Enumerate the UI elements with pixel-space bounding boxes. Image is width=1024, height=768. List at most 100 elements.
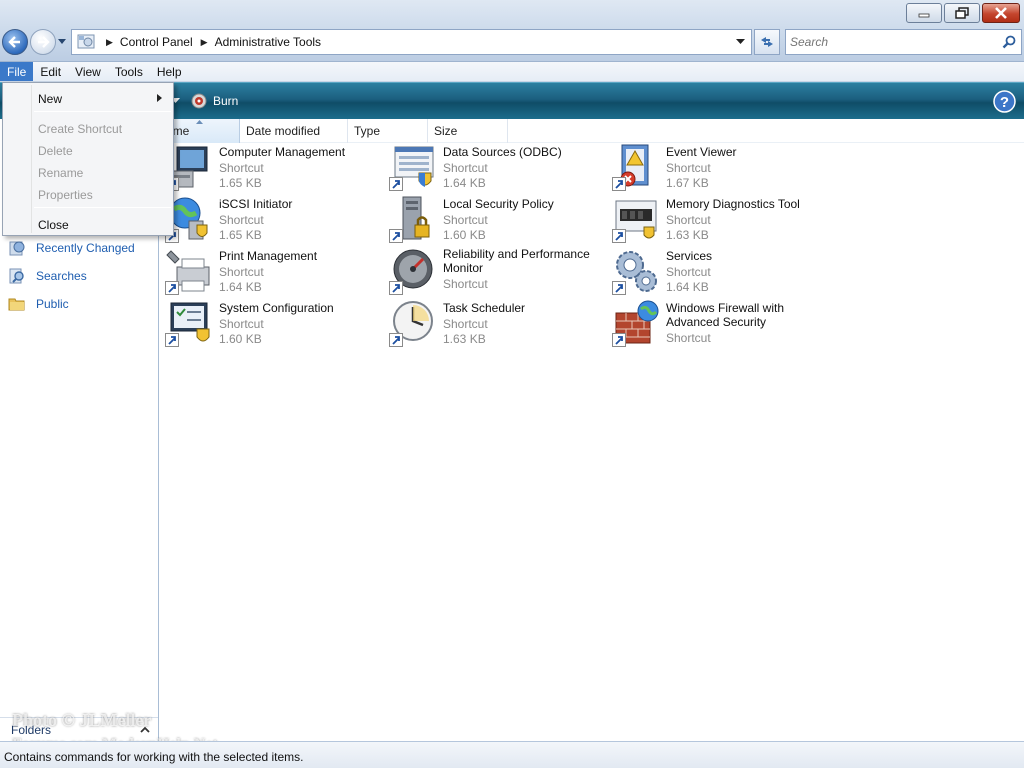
item-size: 1.64 KB [666, 280, 709, 294]
sort-ascending-icon [196, 120, 203, 124]
column-date-modified-header[interactable]: Date modified [240, 119, 348, 143]
breadcrumb-administrative-tools[interactable]: Administrative Tools [215, 35, 322, 49]
address-dropdown-icon[interactable] [736, 39, 745, 45]
file-menu-create-shortcut[interactable]: Create Shortcut [5, 116, 171, 138]
back-button[interactable] [2, 29, 28, 55]
shortcut-arrow-icon [165, 333, 179, 347]
menu-edit[interactable]: Edit [33, 62, 68, 81]
status-text: Contains commands for working with the s… [4, 750, 304, 764]
item-local-security-policy[interactable]: Local Security Policy Shortcut 1.60 KB [384, 195, 599, 245]
item-services[interactable]: Services Shortcut 1.64 KB [607, 247, 822, 297]
nav-recently-changed-label: Recently Changed [36, 241, 135, 255]
item-size: 1.63 KB [666, 228, 709, 242]
item-data-sources[interactable]: Data Sources (ODBC) Shortcut 1.64 KB [384, 143, 599, 193]
refresh-button[interactable] [754, 29, 780, 55]
file-menu-properties[interactable]: Properties [5, 182, 171, 204]
forward-button[interactable] [30, 29, 56, 55]
item-name: Computer Management [219, 145, 346, 159]
file-menu-new-label: New [38, 92, 63, 106]
breadcrumb-control-panel[interactable]: Control Panel [120, 35, 193, 49]
watermark-line1: Photo © JLMeller [12, 710, 152, 730]
shortcut-arrow-icon [612, 281, 626, 295]
item-memory-diagnostics-tool[interactable]: Memory Diagnostics Tool Shortcut 1.63 KB [607, 195, 822, 245]
item-system-configuration[interactable]: System Configuration Shortcut 1.60 KB [160, 299, 375, 349]
item-windows-firewall[interactable]: Windows Firewall with Advanced Security … [607, 299, 822, 349]
svg-text:?: ? [1000, 94, 1009, 111]
search-icon[interactable] [1002, 35, 1016, 49]
column-type-header[interactable]: Type [348, 119, 428, 143]
control-panel-icon [77, 34, 95, 49]
burn-button[interactable]: Burn [191, 93, 238, 109]
menu-separator [34, 207, 171, 208]
item-name: Services [666, 249, 713, 263]
item-size: 1.64 KB [443, 176, 486, 190]
file-menu-delete[interactable]: Delete [5, 138, 171, 160]
item-size: 1.60 KB [219, 332, 262, 346]
shortcut-arrow-icon [389, 281, 403, 295]
searches-icon [9, 268, 24, 284]
column-size-header[interactable]: Size [428, 119, 508, 143]
recent-pages-dropdown-icon[interactable] [57, 37, 67, 47]
file-menu-new[interactable]: New [5, 86, 171, 108]
item-name: Windows Firewall with Advanced Security [666, 301, 785, 329]
item-name: Event Viewer [666, 145, 737, 159]
burn-disc-icon [191, 93, 207, 109]
close-icon [995, 7, 1007, 19]
item-name: System Configuration [219, 301, 334, 315]
refresh-icon [761, 37, 773, 47]
status-bar: Contains commands for working with the s… [0, 741, 1024, 768]
address-bar[interactable]: ▶ Control Panel ▶ Administrative Tools [71, 29, 752, 55]
column-type-label: Type [354, 124, 381, 138]
submenu-arrow-icon [157, 94, 162, 102]
minimize-button[interactable] [906, 3, 942, 23]
item-size: 1.65 KB [219, 176, 262, 190]
file-menu-dropdown: New Create Shortcut Delete Rename Proper… [2, 82, 174, 236]
item-name: Reliability and Performance Monitor [443, 247, 590, 275]
item-type: Shortcut [443, 277, 488, 291]
back-arrow-icon [8, 36, 20, 48]
shortcut-arrow-icon [165, 281, 179, 295]
menu-separator [34, 111, 171, 112]
item-print-management[interactable]: Print Management Shortcut 1.64 KB [160, 247, 375, 297]
nav-public[interactable]: Public [8, 295, 69, 313]
item-task-scheduler[interactable]: Task Scheduler Shortcut 1.63 KB [384, 299, 599, 349]
nav-searches-label: Searches [36, 269, 87, 283]
menu-file[interactable]: File [0, 62, 34, 81]
item-type: Shortcut [219, 161, 264, 175]
recently-changed-icon [9, 241, 25, 256]
item-name: iSCSI Initiator [219, 197, 293, 211]
item-reliability-performance-monitor[interactable]: Reliability and Performance Monitor Shor… [384, 247, 599, 297]
forward-arrow-icon [38, 36, 50, 48]
file-menu-rename[interactable]: Rename [5, 160, 171, 182]
item-type: Shortcut [219, 213, 264, 227]
nav-searches[interactable]: Searches [8, 267, 87, 285]
item-type: Shortcut [666, 331, 711, 345]
item-size: 1.60 KB [443, 228, 486, 242]
shortcut-arrow-icon [612, 229, 626, 243]
restore-button[interactable] [944, 3, 980, 23]
item-event-viewer[interactable]: Event Viewer Shortcut 1.67 KB [607, 143, 822, 193]
item-iscsi-initiator[interactable]: iSCSI Initiator Shortcut 1.65 KB [160, 195, 375, 245]
minimize-icon [918, 13, 930, 18]
item-type: Shortcut [219, 317, 264, 331]
menu-tools[interactable]: Tools [108, 62, 150, 81]
item-name: Task Scheduler [443, 301, 526, 315]
shortcut-arrow-icon [389, 333, 403, 347]
menu-help[interactable]: Help [150, 62, 189, 81]
burn-label: Burn [213, 94, 239, 108]
item-name: Memory Diagnostics Tool [666, 197, 800, 211]
caption-buttons [906, 3, 1020, 23]
file-list: Computer Management Shortcut 1.65 KB Dat… [160, 143, 1024, 741]
close-window-button[interactable] [982, 3, 1020, 23]
item-computer-management[interactable]: Computer Management Shortcut 1.65 KB [160, 143, 375, 193]
search-input[interactable] [790, 31, 990, 53]
file-menu-close[interactable]: Close [5, 212, 171, 234]
shortcut-arrow-icon [389, 177, 403, 191]
help-icon[interactable]: ? [993, 90, 1016, 113]
item-type: Shortcut [443, 213, 488, 227]
column-headers: ame Date modified Type Size [160, 119, 1024, 143]
column-size-label: Size [434, 124, 458, 138]
menu-view[interactable]: View [68, 62, 108, 81]
breadcrumb-separator-icon: ▶ [106, 36, 113, 47]
nav-recently-changed[interactable]: Recently Changed [8, 239, 135, 257]
